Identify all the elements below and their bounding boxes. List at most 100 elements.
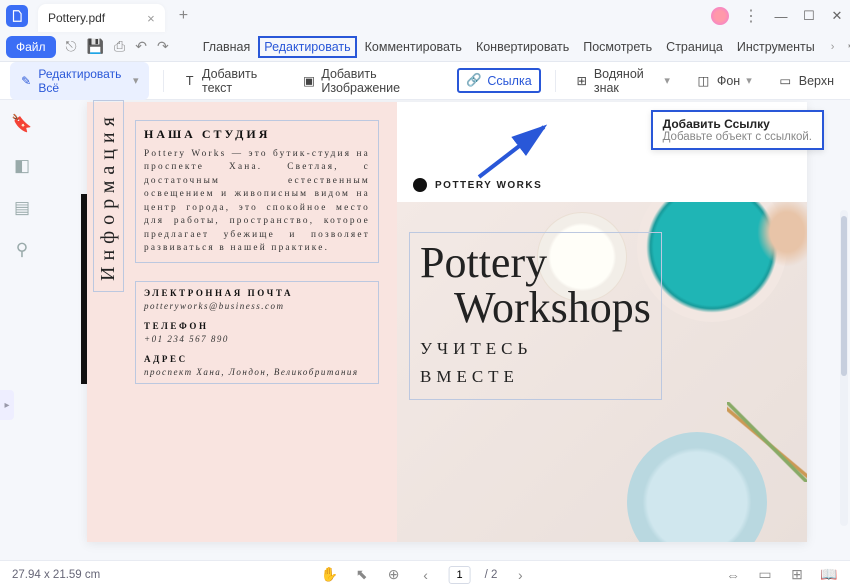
- attachments-icon[interactable]: ▤: [14, 198, 30, 218]
- address-title: АДРЕС: [144, 354, 370, 364]
- pen-icon: ✎: [20, 73, 32, 88]
- add-text-label: Добавить текст: [202, 67, 277, 95]
- redo-icon[interactable]: ↷: [157, 38, 169, 55]
- tab-comment[interactable]: Комментировать: [359, 36, 468, 58]
- tab-page[interactable]: Страница: [660, 36, 729, 58]
- search-icon[interactable]: ⚲: [16, 240, 28, 260]
- address-value: проспект Хана, Лондон, Великобритания: [144, 367, 370, 377]
- studio-body: Pottery Works — это бутик-студия на прос…: [144, 148, 370, 256]
- fit-width-icon[interactable]: ⇔: [724, 567, 742, 583]
- add-image-button[interactable]: ▣ Добавить Изображение: [297, 63, 444, 99]
- hand-tool-icon[interactable]: ✋: [321, 566, 339, 583]
- page-left-panel: Информация НАША СТУДИЯ Pottery Works — э…: [87, 102, 397, 542]
- tab-edit[interactable]: Редактировать: [258, 36, 356, 58]
- brand-dot-icon: [413, 178, 427, 192]
- read-mode-icon[interactable]: 📖: [820, 566, 838, 583]
- add-tab-button[interactable]: +: [179, 7, 188, 25]
- headline-1: Pottery: [420, 241, 651, 286]
- menubar: Файл ⎋ 💾 ⎙ ↶ ↷ Главная Редактировать Ком…: [0, 32, 850, 62]
- link-tooltip: Добавить Ссылку Добавьте объект с ссылко…: [651, 110, 824, 150]
- separator: [555, 70, 556, 92]
- layout-icon[interactable]: ⊞: [788, 566, 806, 583]
- tab-view[interactable]: Посмотреть: [577, 36, 658, 58]
- expand-rail-button[interactable]: ▸: [0, 390, 14, 420]
- tab-filename: Pottery.pdf: [48, 11, 105, 25]
- chevron-down-icon: ▾: [746, 74, 752, 87]
- minimize-icon[interactable]: —: [774, 9, 788, 24]
- tab-convert[interactable]: Конвертировать: [470, 36, 575, 58]
- open-icon[interactable]: ⎋: [66, 38, 77, 55]
- zoom-tool-icon[interactable]: ⊕: [385, 566, 403, 583]
- studio-block[interactable]: НАША СТУДИЯ Pottery Works — это бутик-ст…: [135, 120, 379, 263]
- border-button[interactable]: ▭ Верхн: [772, 69, 840, 92]
- document-tab[interactable]: Pottery.pdf ×: [38, 4, 165, 32]
- chevron-down-icon: ▾: [133, 74, 139, 87]
- workspace: 🔖 ◧ ▤ ⚲ ▸ Добавить Ссылку Добавьте объек…: [0, 100, 850, 560]
- close-tab-icon[interactable]: ×: [147, 11, 155, 26]
- fit-page-icon[interactable]: ▭: [756, 566, 774, 583]
- email-value: potteryworks@business.com: [144, 301, 370, 311]
- more-icon[interactable]: ⋮: [743, 6, 760, 26]
- brushes: [727, 402, 807, 482]
- page-dimensions: 27.94 x 21.59 cm: [12, 569, 100, 581]
- vertical-bar: [81, 194, 87, 384]
- titlebar: Pottery.pdf × + ⋮ — ☐ ✕: [0, 0, 850, 32]
- watermark-icon: ⊞: [576, 73, 588, 88]
- pdf-page[interactable]: Информация НАША СТУДИЯ Pottery Works — э…: [87, 102, 807, 542]
- page-total: / 2: [485, 569, 498, 581]
- background-button[interactable]: ◫ Фон ▾: [690, 69, 758, 92]
- headline-block[interactable]: Pottery Workshops УЧИТЕСЬ ВМЕСТЕ: [409, 232, 662, 400]
- background-label: Фон: [717, 74, 740, 88]
- maximize-icon[interactable]: ☐: [802, 8, 816, 24]
- phone-title: ТЕЛЕФОН: [144, 321, 370, 331]
- tooltip-title: Добавить Ссылку: [663, 117, 812, 131]
- file-menu-button[interactable]: Файл: [6, 36, 56, 58]
- add-text-button[interactable]: T Добавить текст: [177, 63, 282, 99]
- link-icon: 🔗: [466, 73, 481, 88]
- background-icon: ◫: [696, 73, 711, 88]
- tab-home[interactable]: Главная: [197, 36, 257, 58]
- studio-title: НАША СТУДИЯ: [144, 127, 370, 142]
- edit-all-label: Редактировать Всё: [38, 67, 127, 95]
- bookmark-icon[interactable]: 🔖: [11, 114, 32, 134]
- subhead-2: ВМЕСТЕ: [420, 367, 651, 387]
- app-icon: [6, 5, 28, 27]
- contact-block[interactable]: ЭЛЕКТРОННАЯ ПОЧТА potteryworks@business.…: [135, 281, 379, 384]
- next-page-icon[interactable]: ›: [511, 567, 529, 583]
- phone-value: +01 234 567 890: [144, 334, 370, 344]
- edit-all-button[interactable]: ✎ Редактировать Всё ▾: [10, 62, 149, 100]
- watermark-label: Водяной знак: [594, 67, 658, 95]
- undo-icon[interactable]: ↶: [135, 38, 147, 55]
- edit-toolbar: ✎ Редактировать Всё ▾ T Добавить текст ▣…: [0, 62, 850, 100]
- vertical-label[interactable]: Информация: [93, 100, 124, 292]
- print-icon[interactable]: ⎙: [114, 38, 125, 55]
- image-icon: ▣: [303, 73, 316, 88]
- separator: [163, 70, 164, 92]
- subhead-1: УЧИТЕСЬ: [420, 339, 651, 359]
- email-title: ЭЛЕКТРОННАЯ ПОЧТА: [144, 288, 370, 298]
- link-button[interactable]: 🔗 Ссылка: [457, 68, 540, 93]
- page-number-input[interactable]: [449, 566, 471, 584]
- canvas[interactable]: Добавить Ссылку Добавьте объект с ссылко…: [44, 100, 850, 560]
- link-label: Ссылка: [487, 74, 531, 88]
- user-avatar[interactable]: [711, 7, 729, 25]
- select-tool-icon[interactable]: ⬉: [353, 566, 371, 583]
- send-icon[interactable]: ✈: [844, 38, 850, 55]
- watermark-button[interactable]: ⊞ Водяной знак ▾: [570, 63, 676, 99]
- thumbnails-icon[interactable]: ◧: [14, 156, 30, 176]
- tab-tools[interactable]: Инструменты: [731, 36, 821, 58]
- text-icon: T: [183, 73, 196, 88]
- statusbar: 27.94 x 21.59 cm ✋ ⬉ ⊕ ‹ / 2 › ⇔ ▭ ⊞ 📖: [0, 560, 850, 588]
- menu-tabs: Главная Редактировать Комментировать Кон…: [197, 36, 821, 58]
- chevron-down-icon: ▾: [664, 74, 670, 87]
- scrollbar-thumb[interactable]: [841, 216, 847, 376]
- add-image-label: Добавить Изображение: [321, 67, 437, 95]
- headline-2: Workshops: [454, 286, 651, 331]
- annotation-arrow: [474, 122, 554, 182]
- page-right-panel: POTTERY WORKS Pottery Workshops УЧИТЕСЬ …: [397, 102, 807, 542]
- prev-page-icon[interactable]: ‹: [417, 567, 435, 583]
- vertical-scrollbar[interactable]: [840, 210, 848, 526]
- chevron-right-icon[interactable]: ›: [831, 41, 835, 53]
- save-icon[interactable]: 💾: [87, 38, 104, 55]
- close-window-icon[interactable]: ✕: [830, 8, 844, 24]
